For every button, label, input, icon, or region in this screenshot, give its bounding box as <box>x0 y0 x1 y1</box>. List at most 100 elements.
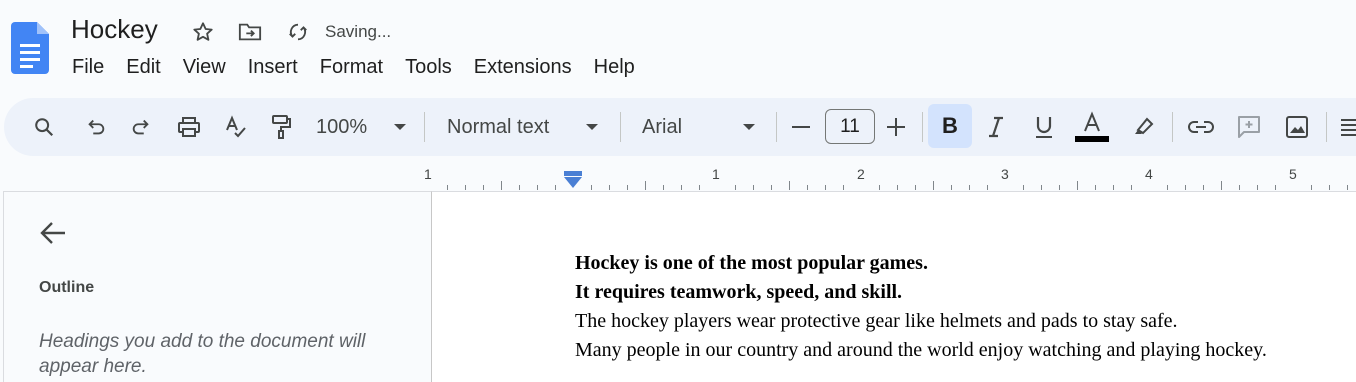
divider <box>1326 112 1327 142</box>
menu-edit[interactable]: Edit <box>115 54 171 82</box>
search-icon[interactable] <box>30 110 58 144</box>
paragraph-style-select[interactable]: Normal text <box>447 110 577 144</box>
divider <box>1172 112 1173 142</box>
ruler-tick <box>969 185 970 190</box>
spellcheck-icon[interactable] <box>222 110 250 144</box>
menu-view[interactable]: View <box>172 54 237 82</box>
ruler-tick <box>645 181 646 190</box>
ruler-label: 2 <box>857 166 865 182</box>
ruler-tick <box>1077 181 1078 190</box>
menu-bar: File Edit View Insert Format Tools Exten… <box>61 54 646 82</box>
insert-image-icon[interactable] <box>1282 110 1312 144</box>
ruler-tick <box>663 185 664 190</box>
docs-logo-icon[interactable] <box>11 22 49 74</box>
ruler-tick <box>1257 185 1258 190</box>
ruler-label: 5 <box>1289 166 1297 182</box>
print-icon[interactable] <box>174 110 204 144</box>
divider <box>424 112 425 142</box>
ruler-tick <box>789 181 790 190</box>
link-icon[interactable] <box>1186 110 1216 144</box>
document-line[interactable]: Many people in our country and around th… <box>575 339 1267 362</box>
toolbar: 100% Normal text Arial <box>4 98 1356 156</box>
zoom-select[interactable]: 100% <box>316 110 380 144</box>
redo-icon[interactable] <box>127 110 155 144</box>
move-folder-icon[interactable] <box>238 20 262 44</box>
ruler-tick <box>519 185 520 190</box>
ruler-label: 3 <box>1001 166 1009 182</box>
ruler-tick <box>933 181 934 190</box>
font-select[interactable]: Arial <box>642 110 732 144</box>
ruler-tick <box>465 185 466 190</box>
chevron-down-icon[interactable] <box>390 110 410 144</box>
ruler-tick <box>735 185 736 190</box>
ruler-tick <box>591 185 592 190</box>
add-comment-icon[interactable] <box>1234 110 1264 144</box>
ruler-tick <box>753 185 754 190</box>
outline-heading: Outline <box>39 279 95 296</box>
ruler-tick <box>987 185 988 190</box>
divider <box>620 112 621 142</box>
menu-tools[interactable]: Tools <box>394 54 463 82</box>
align-icon[interactable] <box>1338 110 1356 144</box>
ruler-tick <box>1311 185 1312 190</box>
font-size-input[interactable]: 11 <box>825 109 875 144</box>
ruler-label: 1 <box>424 166 432 182</box>
ruler-tick <box>447 185 448 190</box>
ruler-tick <box>537 185 538 190</box>
ruler-tick <box>1095 185 1096 190</box>
ruler-tick <box>483 185 484 190</box>
menu-extensions[interactable]: Extensions <box>463 54 583 82</box>
ruler-tick <box>609 185 610 190</box>
ruler-label: 4 <box>1145 166 1153 182</box>
ruler-tick <box>1167 185 1168 190</box>
outline-hint: Headings you add to the document will ap… <box>39 331 366 377</box>
menu-format[interactable]: Format <box>309 54 394 82</box>
ruler-tick <box>1239 185 1240 190</box>
ruler-tick <box>843 185 844 190</box>
ruler-tick <box>1023 185 1024 190</box>
ruler-tick <box>1113 185 1114 190</box>
undo-icon[interactable] <box>82 110 110 144</box>
ruler-tick <box>681 185 682 190</box>
ruler-tick <box>555 185 556 190</box>
ruler-tick <box>501 181 502 190</box>
indent-marker-icon[interactable] <box>563 171 583 189</box>
ruler-tick <box>1329 185 1330 190</box>
ruler-tick <box>807 185 808 190</box>
text-color-icon[interactable] <box>1074 110 1110 144</box>
ruler-tick <box>1059 185 1060 190</box>
divider <box>776 112 777 142</box>
menu-file[interactable]: File <box>61 54 115 82</box>
ruler-tick <box>825 185 826 190</box>
divider <box>922 112 923 142</box>
highlight-icon[interactable] <box>1129 110 1157 144</box>
sync-icon <box>286 20 310 44</box>
menu-insert[interactable]: Insert <box>237 54 309 82</box>
decrease-font-size-icon[interactable] <box>790 110 812 144</box>
italic-icon[interactable] <box>982 110 1010 144</box>
document-title[interactable]: Hockey <box>71 14 158 45</box>
document-line[interactable]: The hockey players wear protective gear … <box>575 310 1178 333</box>
star-icon[interactable] <box>191 20 215 44</box>
ruler-tick <box>951 185 952 190</box>
ruler-tick <box>915 185 916 190</box>
ruler-tick <box>1347 185 1348 190</box>
underline-icon[interactable] <box>1030 110 1058 144</box>
chevron-down-icon[interactable] <box>739 110 759 144</box>
menu-help[interactable]: Help <box>583 54 646 82</box>
document-line[interactable]: Hockey is one of the most popular games. <box>575 252 928 275</box>
bold-button[interactable]: B <box>928 104 972 148</box>
document-line[interactable]: It requires teamwork, speed, and skill. <box>575 281 902 304</box>
save-status: Saving... <box>325 22 392 41</box>
ruler-tick <box>1131 185 1132 190</box>
ruler-tick <box>1041 185 1042 190</box>
ruler-tick <box>771 185 772 190</box>
ruler-tick <box>879 185 880 190</box>
paint-format-icon[interactable] <box>267 110 295 144</box>
chevron-down-icon[interactable] <box>582 110 602 144</box>
ruler-tick <box>1203 185 1204 190</box>
ruler-tick <box>1221 181 1222 190</box>
ruler-tick <box>897 185 898 190</box>
increase-font-size-icon[interactable] <box>884 110 908 144</box>
back-arrow-icon[interactable] <box>38 218 68 248</box>
